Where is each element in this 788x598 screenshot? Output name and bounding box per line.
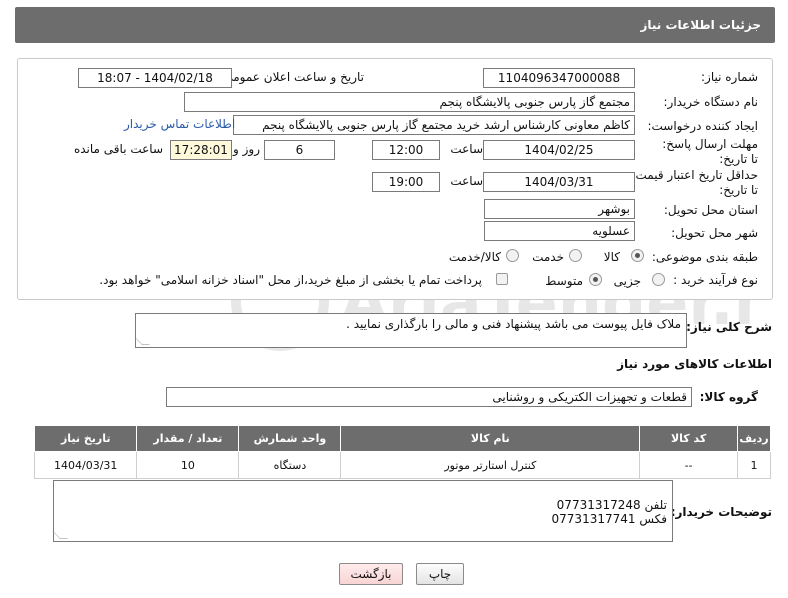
process-option-minor: جزیی [613, 274, 641, 288]
category-radio-goods-service[interactable] [506, 249, 519, 262]
table-row: 1 -- کنترل استارتر موتور دستگاه 10 1404/… [33, 451, 771, 479]
treasury-payment-checkbox[interactable] [496, 273, 508, 285]
creator-label: ایجاد کننده درخواست: [647, 119, 758, 133]
days-label: روز و [233, 142, 260, 156]
general-desc-label: شرح کلی نیاز: [686, 320, 772, 334]
deadline-time-label: ساعت [450, 142, 483, 156]
buyer-notes-text: تلفن 07731317248 فکس 07731317741 [551, 498, 667, 526]
goods-info-title: اطلاعات کالاهای مورد نیاز [617, 357, 772, 371]
days-field: 6 [264, 140, 335, 160]
col-goods-name: نام کالا [340, 425, 641, 452]
buyer-notes-textarea[interactable]: تلفن 07731317248 فکس 07731317741 [52, 480, 673, 542]
goods-group-label: گروه کالا: [699, 390, 758, 404]
resize-grip-icon[interactable] [52, 531, 68, 539]
buyer-contact-link[interactable]: اطلاعات تماس خریدار [124, 117, 235, 131]
buyer-notes-label: توضیحات خریدار: [670, 505, 772, 519]
col-need-date: تاریخ نیاز [33, 425, 138, 452]
cell-row-number: 1 [737, 451, 771, 479]
deadline-date-field: 1404/02/25 [483, 140, 635, 160]
general-desc-textarea[interactable]: ملاک فایل پیوست می باشد پیشنهاد فنی و ما… [134, 313, 687, 348]
buyer-org-field: مجتمع گاز پارس جنوبی پالایشگاه پنجم [184, 92, 635, 112]
general-desc-text: ملاک فایل پیوست می باشد پیشنهاد فنی و ما… [346, 317, 681, 331]
treasury-payment-note: پرداخت تمام یا بخشی از مبلغ خرید،از محل … [99, 273, 482, 287]
min-price-date-field: 1404/03/31 [483, 172, 635, 192]
category-radio-service[interactable] [569, 249, 582, 262]
col-quantity: تعداد / مقدار [136, 425, 240, 452]
goods-table: ردیف کد کالا نام کالا واحد شمارش تعداد /… [33, 425, 771, 479]
process-label: نوع فرآیند خرید : [673, 273, 758, 287]
process-radio-medium[interactable] [589, 273, 602, 286]
category-option-goods-service: کالا/خدمت [448, 250, 501, 264]
min-price-label: حداقل تاریخ اعتبار قیمت: تا تاریخ: [631, 168, 758, 197]
deadline-label: مهلت ارسال پاسخ: تا تاریخ: [662, 137, 758, 166]
col-row-number: ردیف [737, 425, 771, 452]
process-option-medium: متوسط [545, 274, 583, 288]
back-button[interactable]: بازگشت [339, 563, 403, 585]
remaining-time-field: 17:28:01 [170, 140, 232, 160]
category-option-service: خدمت [532, 250, 564, 264]
category-radio-goods[interactable] [631, 249, 644, 262]
announce-field: 1404/02/18 - 18:07 [78, 68, 232, 88]
deadline-time-field: 12:00 [372, 140, 440, 160]
min-price-time-label: ساعت [450, 174, 483, 188]
announce-label: تاریخ و ساعت اعلان عمومی: [219, 70, 364, 84]
category-label: طبقه بندی موضوعی: [651, 250, 758, 264]
page-header: جزئیات اطلاعات نیاز [15, 7, 775, 43]
resize-grip-icon[interactable] [134, 337, 150, 345]
page-title: جزئیات اطلاعات نیاز [640, 18, 761, 32]
remaining-label: ساعت باقی مانده [73, 142, 163, 156]
cell-unit: دستگاه [238, 451, 342, 479]
cell-need-date: 1404/03/31 [33, 451, 138, 479]
table-header-row: ردیف کد کالا نام کالا واحد شمارش تعداد /… [33, 425, 771, 452]
city-label: شهر محل تحویل: [671, 226, 758, 240]
print-button[interactable]: چاپ [416, 563, 464, 585]
need-number-label: شماره نیاز: [701, 70, 758, 84]
col-unit: واحد شمارش [238, 425, 342, 452]
creator-field: کاظم معاونی کارشناس ارشد خرید مجتمع گاز … [233, 115, 635, 135]
cell-quantity: 10 [136, 451, 240, 479]
province-field: بوشهر [484, 199, 635, 219]
city-field: عسلویه [484, 221, 635, 241]
goods-group-field: قطعات و تجهیزات الکتریکی و روشنایی [166, 387, 692, 407]
buyer-org-label: نام دستگاه خریدار: [663, 95, 759, 109]
process-radio-minor[interactable] [652, 273, 665, 286]
min-price-time-field: 19:00 [372, 172, 440, 192]
col-goods-code: کد کالا [639, 425, 739, 452]
need-number-field: 1104096347000088 [483, 68, 635, 88]
cell-goods-code: -- [639, 451, 739, 479]
cell-goods-name: کنترل استارتر موتور [340, 451, 641, 479]
province-label: استان محل تحویل: [663, 203, 758, 217]
category-option-goods: کالا [603, 250, 620, 264]
